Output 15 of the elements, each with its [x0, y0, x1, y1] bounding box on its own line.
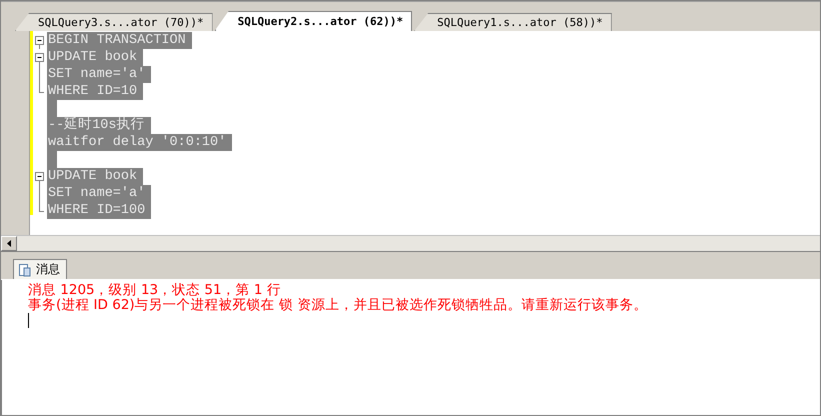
fold-end-icon [39, 83, 44, 93]
error-message: 事务(进程 ID 62)与另一个进程被死锁在 锁 资源上，并且已被选作死锁牺牲品。请重新运行该事务。 [28, 298, 648, 313]
fold-line-icon [39, 66, 40, 83]
document-tab[interactable]: SQLQuery1.s...ator (58))* [414, 13, 612, 31]
horizontal-scrollbar[interactable] [1, 235, 820, 252]
document-tab[interactable]: SQLQuery2.s...ator (62))* [214, 11, 412, 31]
fold-line-icon [39, 185, 40, 202]
scroll-left-button[interactable] [1, 236, 17, 251]
text-cursor [28, 313, 29, 328]
document-tab[interactable]: SQLQuery3.s...ator (70))* [15, 13, 213, 31]
error-message: 消息 1205，级别 13，状态 51，第 1 行 [28, 283, 282, 298]
document-icon [18, 262, 32, 276]
messages-tab[interactable]: 消息 [13, 259, 67, 279]
left-arrow-icon [7, 240, 11, 247]
fold-end-icon [39, 202, 44, 212]
